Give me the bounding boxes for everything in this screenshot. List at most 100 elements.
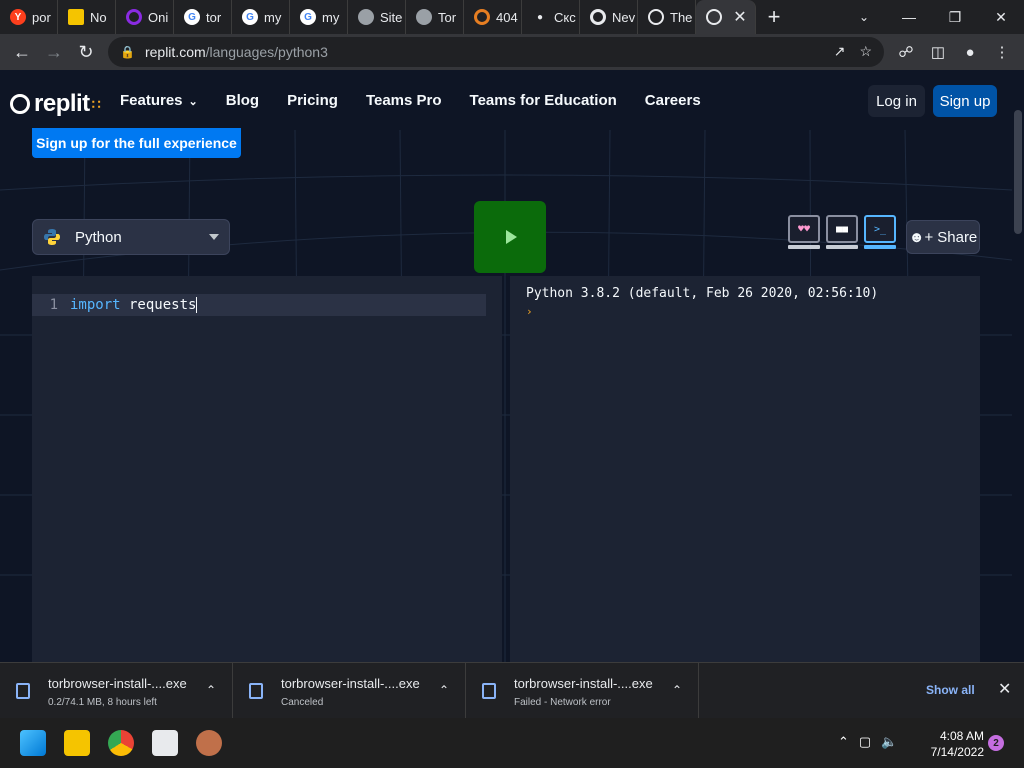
- target-icon: [474, 9, 490, 25]
- avatar[interactable]: ♥♥: [788, 215, 820, 251]
- apple-icon: ●: [536, 11, 544, 23]
- minimize-icon[interactable]: —: [886, 0, 932, 34]
- url-host: replit.com: [144, 44, 206, 60]
- browser-tab[interactable]: Nev: [580, 0, 638, 34]
- google-icon: G: [300, 9, 316, 25]
- download-item[interactable]: torbrowser-install-....exe Failed - Netw…: [466, 662, 699, 719]
- replit-icon: [706, 9, 722, 25]
- url-path: /languages/python3: [205, 44, 328, 60]
- extensions-icon[interactable]: ☍: [890, 36, 922, 68]
- chevron-up-icon[interactable]: ⌃: [672, 683, 682, 697]
- nav-careers[interactable]: Careers: [645, 92, 701, 109]
- chevron-down-icon[interactable]: ⌄: [852, 0, 876, 34]
- share-page-icon[interactable]: ↗: [834, 43, 846, 60]
- editor-line[interactable]: 1 import requests: [32, 294, 486, 316]
- console-version-line: Python 3.8.2 (default, Feb 26 2020, 02:5…: [526, 286, 879, 301]
- replit-logo-icon: [10, 94, 30, 114]
- chevron-down-icon: ⌄: [188, 96, 198, 108]
- full-experience-button[interactable]: Sign up for the full experience: [32, 128, 241, 158]
- browser-tab[interactable]: Gmy: [232, 0, 290, 34]
- menu-icon[interactable]: ⋮: [986, 36, 1018, 68]
- nav-teams-education[interactable]: Teams for Education: [470, 92, 617, 109]
- chrome-icon: [590, 9, 606, 25]
- code-text: import requests: [70, 297, 198, 313]
- clock-date: 7/14/2022: [930, 745, 984, 759]
- window-controls: — ❐ ✕: [886, 0, 1024, 34]
- monitor-icon[interactable]: ▢: [859, 734, 871, 750]
- browser-tab[interactable]: Gtor: [174, 0, 232, 34]
- logo-dots-icon: ∷: [91, 95, 101, 112]
- scrollbar-thumb[interactable]: [1014, 110, 1022, 234]
- globe-icon: [416, 9, 432, 25]
- text-cursor: [196, 297, 198, 313]
- volume-icon[interactable]: 🔈: [881, 734, 897, 750]
- browser-tab-active[interactable]: ✕: [696, 0, 756, 34]
- taskbar: ⌃ ▢ 🔈 4:08 AM 7/14/2022 2: [0, 718, 1024, 768]
- browser-tab[interactable]: Oni: [116, 0, 174, 34]
- download-item[interactable]: torbrowser-install-....exe 0.2/74.1 MB, …: [0, 662, 233, 719]
- notification-badge[interactable]: 2: [988, 735, 1004, 751]
- run-button[interactable]: [474, 201, 546, 273]
- replit-logo[interactable]: replit ∷: [10, 90, 101, 118]
- bookmark-star-icon[interactable]: ☆: [859, 43, 872, 60]
- nav-features[interactable]: Features ⌄: [120, 92, 198, 109]
- new-tab-button[interactable]: +: [756, 4, 792, 30]
- nav-teams-pro[interactable]: Teams Pro: [366, 92, 442, 109]
- code-editor[interactable]: 1 import requests: [32, 276, 502, 662]
- chrome-icon[interactable]: [108, 730, 134, 756]
- browser-tab[interactable]: Ypor: [0, 0, 58, 34]
- download-filename: torbrowser-install-....exe: [48, 675, 187, 691]
- signup-button[interactable]: Sign up: [933, 85, 997, 117]
- chevron-up-icon[interactable]: ⌃: [206, 683, 216, 697]
- yandex-icon: Y: [10, 9, 26, 25]
- downloads-bar: torbrowser-install-....exe 0.2/74.1 MB, …: [0, 662, 1024, 719]
- address-bar[interactable]: 🔒 replit.com/languages/python3 ↗ ☆: [108, 37, 884, 67]
- nav-pricing[interactable]: Pricing: [287, 92, 338, 109]
- avatar[interactable]: >_: [864, 215, 896, 251]
- taskbar-clock[interactable]: 4:08 AM 7/14/2022: [920, 728, 984, 760]
- store-icon[interactable]: [152, 730, 178, 756]
- browser-tab[interactable]: No: [58, 0, 116, 34]
- console-output[interactable]: Python 3.8.2 (default, Feb 26 2020, 02:5…: [510, 276, 980, 662]
- file-explorer-icon[interactable]: [64, 730, 90, 756]
- login-button[interactable]: Log in: [868, 85, 925, 117]
- back-arrow-icon[interactable]: ←: [6, 36, 38, 68]
- owl-app-icon[interactable]: [196, 730, 222, 756]
- windows-start-icon[interactable]: [20, 730, 46, 756]
- play-icon: [506, 230, 517, 244]
- add-user-icon: ☻+: [908, 228, 934, 246]
- nav-blog[interactable]: Blog: [226, 92, 259, 109]
- browser-tab[interactable]: The: [638, 0, 696, 34]
- browser-tab[interactable]: Site: [348, 0, 406, 34]
- code-rest: requests: [120, 297, 197, 313]
- avatar[interactable]: ■■: [826, 215, 858, 251]
- lock-icon: 🔒: [120, 45, 135, 59]
- close-window-icon[interactable]: ✕: [978, 0, 1024, 34]
- restore-icon[interactable]: ❐: [932, 0, 978, 34]
- profile-icon[interactable]: ●: [954, 36, 986, 68]
- python-logo-icon: [44, 229, 60, 245]
- chevron-up-icon[interactable]: ⌃: [838, 734, 849, 750]
- side-panel-icon[interactable]: ◫: [922, 36, 954, 68]
- close-icon[interactable]: ✕: [728, 7, 752, 27]
- download-item[interactable]: torbrowser-install-....exe Canceled ⌃: [233, 662, 466, 719]
- download-status: Canceled: [281, 696, 324, 708]
- share-button[interactable]: ☻+ Share: [906, 220, 980, 254]
- console-prompt: ›: [526, 305, 533, 318]
- page-scrollbar[interactable]: [1012, 70, 1024, 662]
- browser-tab[interactable]: ● Скс: [522, 0, 580, 34]
- reload-icon[interactable]: ↻: [70, 36, 102, 68]
- download-filename: torbrowser-install-....exe: [281, 675, 420, 691]
- close-icon[interactable]: ✕: [998, 679, 1011, 699]
- browser-tab[interactable]: Gmy: [290, 0, 348, 34]
- chevron-up-icon[interactable]: ⌃: [439, 683, 449, 697]
- browser-tab[interactable]: 404: [464, 0, 522, 34]
- show-all-downloads-link[interactable]: Show all: [926, 683, 975, 697]
- forward-arrow-icon[interactable]: →: [38, 36, 70, 68]
- browser-toolbar: ← → ↻ 🔒 replit.com/languages/python3 ↗ ☆…: [0, 34, 1024, 70]
- browser-tab[interactable]: Tor: [406, 0, 464, 34]
- file-icon: [249, 682, 263, 699]
- file-icon: [16, 682, 30, 699]
- globe-icon: [358, 9, 374, 25]
- language-select[interactable]: Python: [32, 219, 230, 255]
